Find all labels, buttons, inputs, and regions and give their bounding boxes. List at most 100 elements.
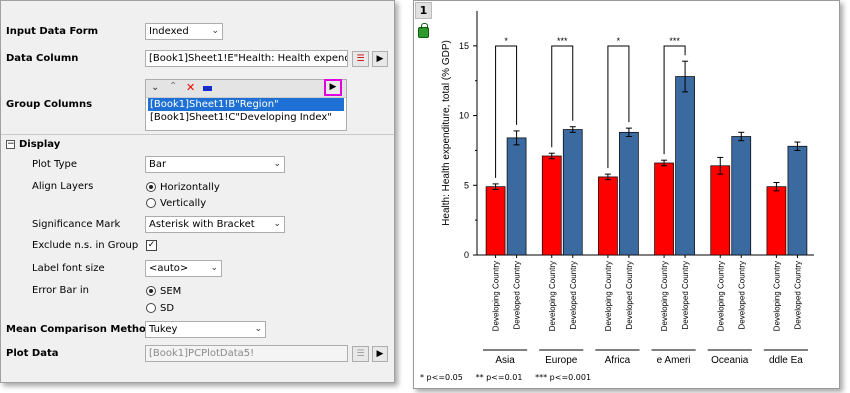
data-column-input[interactable]: [Book1]Sheet1!E"Health: Health expenditu — [145, 50, 348, 67]
align-layers-label: Align Layers — [32, 181, 94, 192]
bar-developed — [506, 137, 527, 256]
x-category-label: Developing Country — [492, 261, 501, 331]
error-bar-sem-label: SEM — [160, 286, 182, 297]
select-column-button[interactable]: ☰ — [352, 51, 369, 67]
bar-developing — [710, 165, 731, 256]
group-label: Africa — [605, 355, 631, 366]
delete-icon[interactable]: ✕ — [186, 81, 195, 94]
x-category-label: Developed Country — [513, 261, 522, 329]
y-tick-label: 10 — [459, 111, 469, 121]
error-bar-sem-radio[interactable] — [146, 286, 156, 296]
error-bar-label: Error Bar in — [32, 285, 89, 296]
bar-developing — [485, 186, 506, 256]
x-category-label: Developed Country — [681, 261, 690, 329]
data-column-menu-button[interactable]: ▶ — [372, 51, 388, 67]
footnote-2: ** p<=0.01 — [475, 373, 523, 382]
significance-mark-select[interactable]: Asterisk with Bracket ⌄ — [145, 216, 285, 233]
group-column-item-developing-index[interactable]: [Book1]Sheet1!C"Developing Index" — [148, 111, 344, 124]
label-font-size-label: Label font size — [32, 263, 105, 274]
chevron-down-icon: ⌄ — [273, 159, 281, 169]
y-tick-label: 0 — [464, 250, 469, 260]
align-vertically-radio[interactable] — [146, 198, 156, 208]
bar-chart: 0 5 10 15 Health: Health expenditure, total … — [441, 11, 814, 366]
mean-comparison-select[interactable]: Tukey ⌄ — [145, 321, 266, 338]
move-down-icon[interactable]: ⌄ — [151, 82, 159, 93]
group-label: Oceania — [711, 355, 749, 366]
y-tick-label: 5 — [464, 180, 469, 190]
x-category-label: Developed Country — [737, 261, 746, 329]
plot-data-menu-button[interactable]: ▶ — [372, 346, 388, 362]
bar-developing — [541, 155, 562, 256]
x-category-label: Developing Country — [604, 261, 613, 331]
bar-developed — [619, 131, 639, 256]
bar-developing — [654, 162, 674, 256]
data-column-label: Data Column — [6, 53, 79, 64]
input-data-form-value: Indexed — [149, 26, 189, 37]
error-bar-sd-label: SD — [160, 303, 175, 314]
input-data-form-select[interactable]: Indexed ⌄ — [145, 23, 223, 40]
display-section-label: Display — [19, 139, 61, 150]
group-column-item-region[interactable]: [Book1]Sheet1!B"Region" — [148, 98, 344, 111]
x-category-label: Developing Country — [660, 261, 669, 331]
select-range-icon[interactable] — [203, 86, 212, 91]
mean-comparison-label: Mean Comparison Methods — [6, 324, 160, 335]
significance-mark: *** — [669, 36, 680, 46]
bar-developed — [562, 129, 583, 256]
significance-mark: * — [617, 36, 621, 46]
footnote-1: * p<=0.05 — [420, 373, 463, 382]
significance-mark: * — [504, 36, 508, 46]
input-data-form-label: Input Data Form — [6, 26, 99, 37]
significance-mark-value: Asterisk with Bracket — [149, 219, 255, 230]
align-vertically-label: Vertically — [160, 198, 207, 209]
triangle-right-icon: ▶ — [329, 82, 337, 92]
y-axis-title: Health: Health expenditure, total (% GDP… — [441, 40, 452, 226]
y-tick-label: 15 — [459, 41, 469, 51]
group-label: Europe — [545, 355, 578, 366]
group-columns-toolbar: ⌄ ⌃ ✕ — [146, 80, 346, 98]
footnote: * p<=0.05 ** p<=0.01 *** p<=0.001 — [420, 373, 591, 382]
group-columns-label: Group Columns — [6, 99, 93, 110]
x-category-label: Developed Country — [625, 261, 634, 329]
move-up-icon[interactable]: ⌃ — [169, 81, 177, 92]
group-columns-list: ⌄ ⌃ ✕ ▶ [Book1]Sheet1!B"Region" [Book1]S… — [145, 79, 347, 131]
plot-data-input[interactable]: [Book1]PCPlotData5! — [145, 345, 348, 362]
plot-settings-dialog: Input Data Form Indexed ⌄ Data Column [B… — [0, 0, 395, 383]
align-horizontally-radio[interactable] — [146, 182, 156, 192]
chevron-down-icon: ⌄ — [211, 26, 219, 36]
plot-type-select[interactable]: Bar ⌄ — [145, 156, 285, 173]
bar-developed — [787, 145, 808, 256]
exclude-ns-label: Exclude n.s. in Group — [32, 240, 139, 251]
exclude-ns-checkbox[interactable]: ✓ — [146, 240, 157, 251]
x-category-label: Developing Country — [716, 261, 725, 331]
group-columns-menu-button[interactable]: ▶ — [324, 79, 342, 96]
triangle-right-icon: ▶ — [376, 349, 384, 359]
chevron-down-icon: ⌄ — [254, 324, 262, 334]
chevron-down-icon: ⌄ — [273, 219, 281, 229]
x-category-label: Developing Country — [772, 261, 781, 331]
collapse-icon[interactable]: − — [6, 140, 15, 149]
bar-developed — [675, 76, 695, 256]
plot-type-value: Bar — [149, 159, 167, 170]
data-column-value: [Book1]Sheet1!E"Health: Health expenditu — [149, 53, 348, 64]
column-picker-icon: ☰ — [356, 54, 365, 64]
plot-type-label: Plot Type — [32, 159, 77, 170]
significance-mark: *** — [557, 36, 568, 46]
footnote-3: *** p<=0.001 — [535, 373, 592, 382]
group-label: Asia — [495, 355, 515, 366]
checkmark-icon: ✓ — [147, 240, 156, 250]
mean-comparison-value: Tukey — [149, 324, 178, 335]
x-category-label: Developed Country — [793, 261, 802, 329]
error-bar-sd-radio[interactable] — [146, 303, 156, 313]
column-picker-icon: ☰ — [356, 349, 365, 359]
group-label: ddle Ea — [769, 355, 803, 366]
label-font-size-select[interactable]: <auto> ⌄ — [145, 260, 222, 277]
bar-developed — [731, 136, 752, 256]
plot-data-value: [Book1]PCPlotData5! — [149, 348, 255, 359]
triangle-right-icon: ▶ — [376, 54, 384, 64]
bar-developing — [766, 186, 787, 256]
plot-data-label: Plot Data — [6, 348, 59, 359]
group-label: e Ameri — [657, 355, 691, 366]
chevron-down-icon: ⌄ — [210, 263, 218, 273]
plot-data-picker-button[interactable]: ☰ — [352, 346, 369, 362]
align-horizontally-label: Horizontally — [160, 182, 220, 193]
